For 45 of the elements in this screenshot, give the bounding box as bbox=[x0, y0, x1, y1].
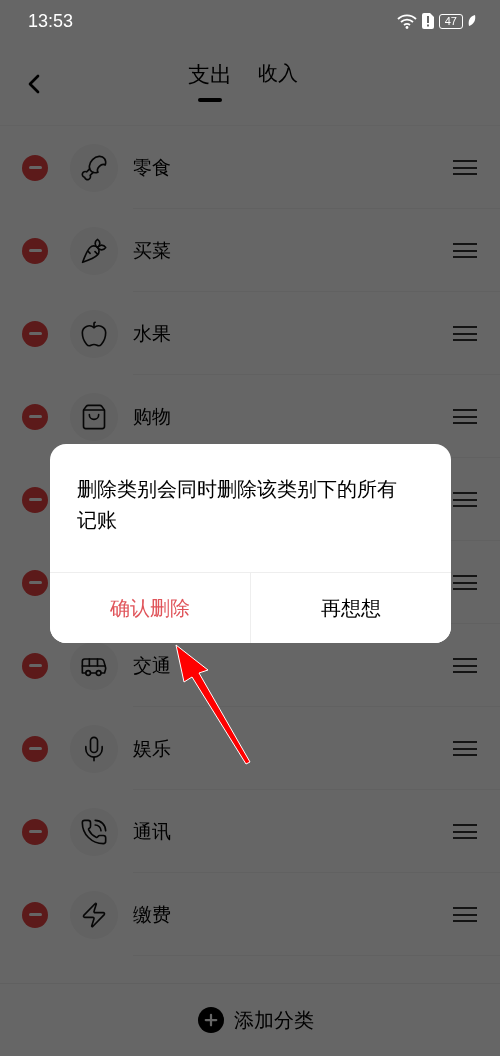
carrot-icon bbox=[80, 236, 108, 265]
add-category-button[interactable]: 添加分类 bbox=[198, 1006, 314, 1034]
bag-icon bbox=[80, 402, 108, 431]
drag-handle-icon[interactable] bbox=[453, 326, 477, 341]
status-time: 13:53 bbox=[28, 10, 74, 32]
phone-icon bbox=[80, 817, 108, 846]
category-label: 买菜 bbox=[133, 237, 172, 263]
category-label: 水果 bbox=[133, 320, 172, 346]
remove-button[interactable] bbox=[22, 154, 48, 181]
remove-button[interactable] bbox=[22, 652, 48, 679]
remove-button[interactable] bbox=[22, 735, 48, 762]
drag-handle-icon[interactable] bbox=[453, 160, 477, 175]
drag-handle-icon[interactable] bbox=[453, 575, 477, 590]
drag-handle-icon[interactable] bbox=[453, 824, 477, 839]
category-label: 交通 bbox=[133, 652, 172, 678]
remove-button[interactable] bbox=[22, 403, 48, 430]
category-label: 购物 bbox=[133, 403, 172, 429]
drag-handle-icon[interactable] bbox=[453, 907, 477, 922]
drag-handle-icon[interactable] bbox=[453, 243, 477, 258]
tab[interactable]: 支出 bbox=[188, 60, 232, 90]
cancel-button[interactable]: 再想想 bbox=[249, 573, 451, 643]
category-label: 缴费 bbox=[133, 901, 172, 927]
tab[interactable]: 收入 bbox=[258, 60, 298, 87]
dialog-message: 删除类别会同时删除该类别下的所有记账 bbox=[75, 476, 398, 534]
plus-icon bbox=[202, 1011, 220, 1029]
category-label: 通讯 bbox=[133, 818, 172, 844]
remove-button[interactable] bbox=[22, 320, 48, 347]
sim-alert-icon bbox=[421, 13, 434, 29]
drumstick-icon bbox=[80, 153, 108, 182]
category-label: 零食 bbox=[133, 154, 172, 180]
bolt-icon bbox=[80, 900, 108, 929]
remove-button[interactable] bbox=[22, 569, 48, 596]
remove-button[interactable] bbox=[22, 237, 48, 264]
apple-icon bbox=[80, 319, 108, 348]
drag-handle-icon[interactable] bbox=[453, 492, 477, 507]
remove-button[interactable] bbox=[22, 901, 48, 928]
remove-button[interactable] bbox=[22, 486, 48, 513]
category-label: 娱乐 bbox=[133, 735, 172, 761]
leaf-icon bbox=[468, 15, 476, 27]
battery-level: 47 bbox=[438, 13, 463, 29]
drag-handle-icon[interactable] bbox=[453, 741, 477, 756]
remove-button[interactable] bbox=[22, 818, 48, 845]
drag-handle-icon[interactable] bbox=[453, 409, 477, 424]
drag-handle-icon[interactable] bbox=[453, 658, 477, 673]
wifi-icon bbox=[396, 13, 417, 29]
